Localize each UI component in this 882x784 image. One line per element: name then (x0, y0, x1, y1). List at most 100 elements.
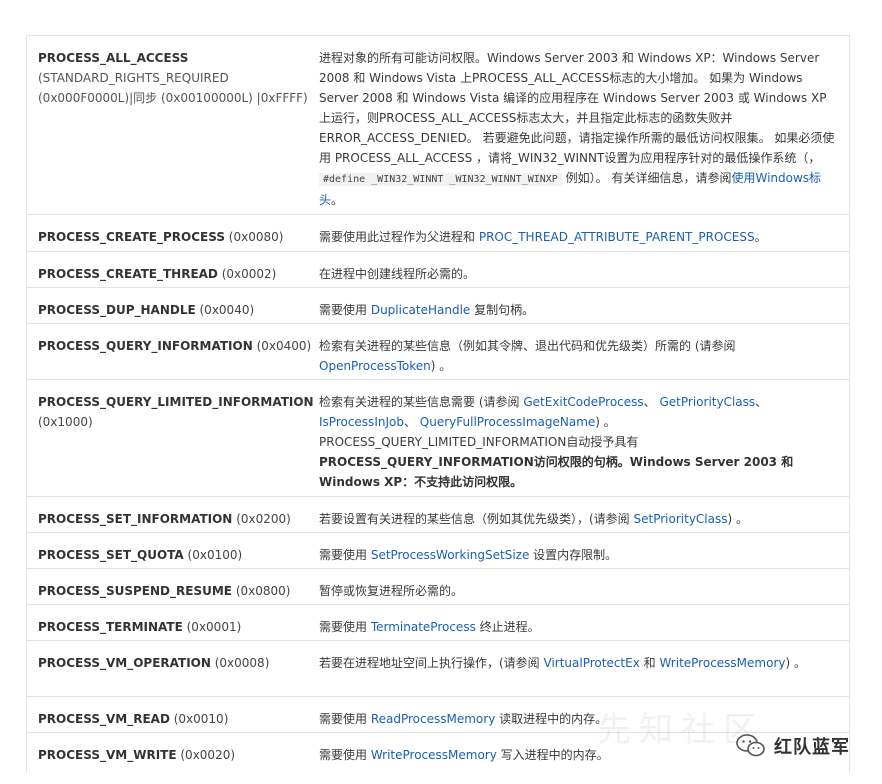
link-readprocessmemory[interactable]: ReadProcessMemory (371, 712, 495, 726)
description-cell: 在进程中创建线程所必需的。 (319, 252, 849, 287)
constant-name: PROCESS_QUERY_LIMITED_INFORMATION (38, 395, 314, 409)
constant-name: PROCESS_DUP_HANDLE (38, 303, 196, 317)
brand-name: 红队蓝军 (774, 737, 850, 758)
brand-watermark: 红队蓝军 (736, 733, 850, 759)
table-row: PROCESS_CREATE_PROCESS (0x0080) 需要使用此过程作… (27, 215, 849, 252)
description-text: 需要使用 (319, 303, 371, 317)
link-duplicatehandle[interactable]: DuplicateHandle (371, 303, 471, 317)
description-cell: 检索有关进程的某些信息（例如其令牌、退出代码和优先级类）所需的 (请参阅 Ope… (319, 324, 849, 379)
separator: 、 (643, 395, 660, 409)
separator: 、 (403, 415, 420, 429)
constant-value: (STANDARD_RIGHTS_REQUIRED (0x000F0000L)|… (38, 71, 308, 105)
constant-name: PROCESS_SET_QUOTA (38, 548, 184, 562)
description-cell: 需要使用 TerminateProcess 终止进程。 (319, 605, 849, 640)
description-text: ) 。 (727, 512, 748, 526)
description-cell: 需要使用 DuplicateHandle 复制句柄。 (319, 288, 849, 323)
constant-name: PROCESS_QUERY_INFORMATION (38, 339, 253, 353)
table-row: PROCESS_ALL_ACCESS (STANDARD_RIGHTS_REQU… (27, 36, 849, 215)
description-text: 需要使用 (319, 620, 371, 634)
description-text: 检索有关进程的某些信息（例如其令牌、退出代码和优先级类）所需的 (请参阅 (319, 339, 736, 353)
description-text: 进程对象的所有可能访问权限。Windows Server 2003 和 Wind… (319, 51, 835, 165)
description-text: PROCESS_QUERY_LIMITED_INFORMATION自动授予具有 (319, 435, 639, 449)
description-text: 暂停或恢复进程所必需的。 (319, 584, 464, 598)
description-text: 写入进程中的内存。 (496, 748, 609, 762)
table-row: PROCESS_CREATE_THREAD (0x0002) 在进程中创建线程所… (27, 252, 849, 288)
constant-value: (0x0002) (221, 267, 277, 281)
constant-cell: PROCESS_SET_QUOTA (0x0100) (27, 533, 319, 568)
constant-name: PROCESS_CREATE_PROCESS (38, 230, 225, 244)
constant-cell: PROCESS_SET_INFORMATION (0x0200) (27, 497, 319, 532)
access-rights-table: PROCESS_ALL_ACCESS (STANDARD_RIGHTS_REQU… (26, 35, 850, 773)
link-proc-thread-attribute[interactable]: PROC_THREAD_ATTRIBUTE_PARENT_PROCESS (479, 230, 755, 244)
constant-value: (0x0100) (187, 548, 243, 562)
constant-name: PROCESS_CREATE_THREAD (38, 267, 218, 281)
constant-name: PROCESS_SUSPEND_RESUME (38, 584, 232, 598)
constant-name: PROCESS_ALL_ACCESS (38, 51, 189, 65)
link-setpriorityclass[interactable]: SetPriorityClass (634, 512, 728, 526)
link-virtualprotectex[interactable]: VirtualProtectEx (544, 656, 640, 670)
description-cell: 进程对象的所有可能访问权限。Windows Server 2003 和 Wind… (319, 36, 849, 214)
description-text: 在进程中创建线程所必需的。 (319, 267, 476, 281)
code-snippet: #define _WIN32_WINNT _WIN32_WINNT_WINXP (319, 173, 562, 186)
description-cell: 暂停或恢复进程所必需的。 (319, 569, 849, 604)
description-text: 若要在进程地址空间上执行操作，(请参阅 (319, 656, 544, 670)
table-row: PROCESS_VM_OPERATION (0x0008) 若要在进程地址空间上… (27, 641, 849, 697)
link-getpriorityclass[interactable]: GetPriorityClass (660, 395, 756, 409)
description-cell: 需要使用 ReadProcessMemory 读取进程中的内存。 (319, 697, 849, 732)
constant-value: (0x0020) (180, 748, 236, 762)
separator: 、 (755, 395, 768, 409)
description-cell: 需要使用此过程作为父进程和 PROC_THREAD_ATTRIBUTE_PARE… (319, 215, 849, 251)
constant-cell: PROCESS_SUSPEND_RESUME (0x0800) (27, 569, 319, 604)
constant-value: (0x0040) (199, 303, 255, 317)
description-text: 例如）。 有关详细信息，请参阅 (565, 171, 732, 185)
description-text: 需要使用 (319, 712, 371, 726)
description-text: ) 。 (430, 359, 452, 373)
link-writeprocessmemory[interactable]: WriteProcessMemory (659, 656, 785, 670)
constant-value: (0x0200) (236, 512, 291, 526)
constant-name: PROCESS_TERMINATE (38, 620, 183, 634)
description-text: 。 (754, 230, 767, 244)
constant-cell: PROCESS_CREATE_THREAD (0x0002) (27, 252, 319, 287)
description-text: 需要使用此过程作为父进程和 (319, 230, 479, 244)
table-row: PROCESS_TERMINATE (0x0001) 需要使用 Terminat… (27, 605, 849, 641)
description-text: 和 (639, 656, 660, 670)
wechat-icon (736, 733, 766, 759)
constant-cell: PROCESS_QUERY_LIMITED_INFORMATION (0x100… (27, 380, 319, 496)
constant-cell: PROCESS_VM_OPERATION (0x0008) (27, 641, 319, 696)
constant-name: PROCESS_VM_WRITE (38, 748, 177, 762)
description-text: ) 。 (785, 656, 806, 670)
table-row: PROCESS_SET_QUOTA (0x0100) 需要使用 SetProce… (27, 533, 849, 569)
description-text: PROCESS_QUERY_INFORMATION访问权限的句柄。Windows… (319, 455, 794, 489)
description-text: 需要使用 (319, 548, 371, 562)
table-row: PROCESS_QUERY_INFORMATION (0x0400) 检索有关进… (27, 324, 849, 380)
constant-cell: PROCESS_TERMINATE (0x0001) (27, 605, 319, 640)
constant-value: (0x0008) (214, 656, 270, 670)
link-setprocessworkingsetsize[interactable]: SetProcessWorkingSetSize (371, 548, 530, 562)
description-cell: 检索有关进程的某些信息需要 (请参阅 GetExitCodeProcess、 G… (319, 380, 849, 496)
constant-name: PROCESS_VM_READ (38, 712, 170, 726)
constant-cell: PROCESS_ALL_ACCESS (STANDARD_RIGHTS_REQU… (27, 36, 319, 214)
link-openprocesstoken[interactable]: OpenProcessToken (319, 359, 431, 373)
constant-value: (0x0001) (186, 620, 242, 634)
description-text: 需要使用 (319, 748, 371, 762)
constant-value: (0x0400) (256, 339, 312, 353)
description-cell: 若要在进程地址空间上执行操作，(请参阅 VirtualProtectEx 和 W… (319, 641, 849, 696)
constant-name: PROCESS_VM_OPERATION (38, 656, 211, 670)
link-isprocessinjob[interactable]: IsProcessInJob (319, 415, 404, 429)
description-cell: 若要设置有关进程的某些信息（例如其优先级类），(请参阅 SetPriorityC… (319, 497, 849, 532)
description-text: 若要设置有关进程的某些信息（例如其优先级类），(请参阅 (319, 512, 634, 526)
link-queryfullprocessimagename[interactable]: QueryFullProcessImageName (420, 415, 596, 429)
constant-cell: PROCESS_CREATE_PROCESS (0x0080) (27, 215, 319, 251)
description-cell: 需要使用 SetProcessWorkingSetSize 设置内存限制。 (319, 533, 849, 568)
constant-cell: PROCESS_VM_WRITE (0x0020) (27, 733, 319, 773)
constant-value: (0x0080) (228, 230, 284, 244)
constant-cell: PROCESS_VM_READ (0x0010) (27, 697, 319, 732)
link-getexitcodeprocess[interactable]: GetExitCodeProcess (523, 395, 643, 409)
description-text: 设置内存限制。 (529, 548, 618, 562)
description-text: 检索有关进程的某些信息需要 (请参阅 (319, 395, 524, 409)
description-text: 读取进程中的内存。 (495, 712, 608, 726)
link-writeprocessmemory[interactable]: WriteProcessMemory (371, 748, 497, 762)
link-terminateprocess[interactable]: TerminateProcess (371, 620, 476, 634)
constant-value: (0x1000) (38, 415, 93, 429)
description-text: 。 (331, 193, 344, 207)
